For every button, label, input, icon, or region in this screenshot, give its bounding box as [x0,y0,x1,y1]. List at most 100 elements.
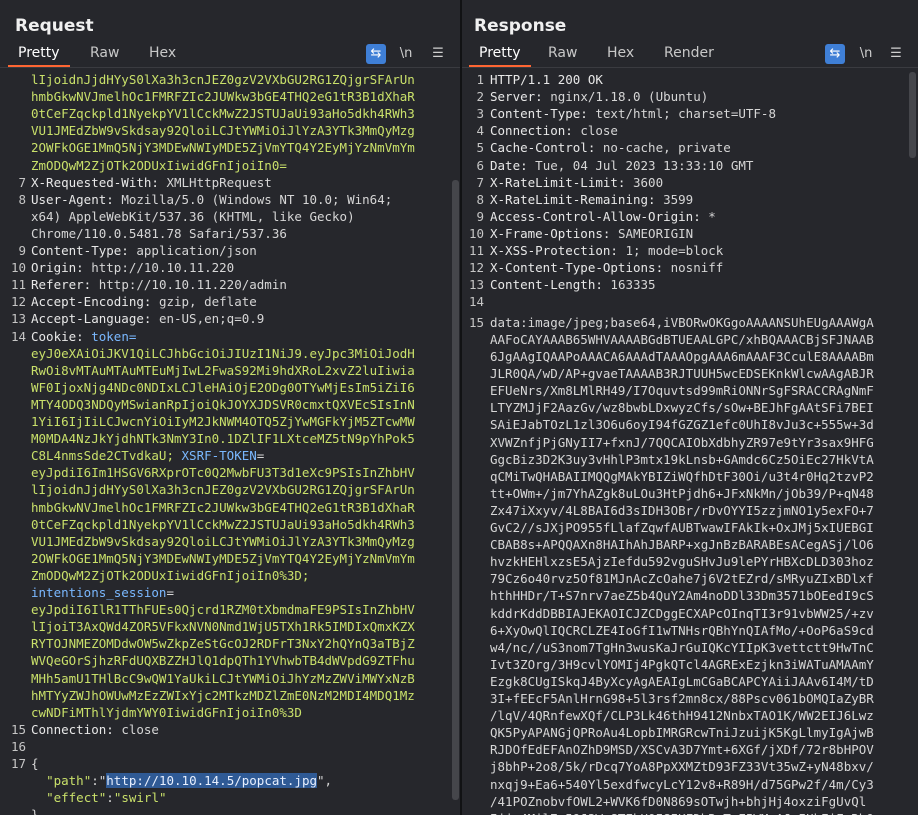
body-text: Ijjn4Mil7z59J3WrSTEhHOISIKFDhRwTqE5WMvAJ… [490,811,874,815]
line-number: 11 [10,277,26,293]
line-number: 7 [18,174,26,190]
tab-render[interactable]: Render [664,45,714,61]
cookie-equals: = [256,448,265,464]
tab-raw[interactable]: Raw [548,45,577,61]
line-number: 4 [476,123,484,139]
header-value: Mozilla/5.0 (Windows NT 10.0; Win64; [113,191,393,207]
line-number: 6 [476,157,484,173]
body-text: Ivt3ZOrg/3H9cvlYOMIj4PgkQTcl4AGRExEzjkn3… [490,656,874,672]
header-value: 3600 [625,174,664,190]
word-wrap-icon[interactable]: ⇆ [825,44,845,64]
body-text: data:image/jpeg;base64,iVBORwOKGgoAAAANS… [490,314,874,330]
header-value: XMLHttpRequest [158,174,272,190]
header-name: User-Agent: [31,191,114,207]
menu-icon[interactable]: ☰ [886,44,906,64]
request-title: Request [15,16,94,36]
code-line: X-Requested-With: XMLHttpRequest [31,174,272,191]
cookie-value: ZmODQwM2ZjOTk2ODUxIiwidGFnIjoiIn0%3D; [31,567,310,583]
json-url-value[interactable]: http://10.10.14.5/popcat.jpg [106,773,317,789]
body-text: /41POZnobvfOWL2+WVK6fD0N869sOTwjh+bhjHj4… [490,793,867,809]
code-line: X-RateLimit-Limit: 3600 [490,174,663,191]
body-text: hvzkHEHlxzsE5AjzIefdu592vguSHvJu9lePYrHB… [490,554,874,570]
newline-icon[interactable]: \n [396,44,416,64]
cookie-value: WF0IjoxNjg4NDc0NDIxLCJleHAiOjE2ODg0OTYwM… [31,379,415,395]
code-line: X-XSS-Protection: 1; mode=block [490,242,723,259]
body-line: QK5PyAPANGjQPRoAu4LopbIMRGRcwTniJzuijK5K… [490,724,874,741]
cookie-value: lIjoiT3AxQWd4ZOR5VFkxNVN0Nmd1WjU5TXh1Rk5… [31,619,415,635]
header-value: x64) AppleWebKit/537.36 (KHTML, like Gec… [31,208,355,224]
code-line: RYTOJNMEZOMDdwOW5wZkpZeStGcOJ2RDFrT3NxY2… [31,635,415,652]
json-value: "swirl" [113,790,167,806]
json-key: "path" [46,773,92,789]
tabs-divider [0,67,460,68]
header-value: no-cache, private [595,140,731,156]
line-number: 5 [476,140,484,156]
cookie-value: C8L4nmsSde2CTvdkaU; [31,448,174,464]
header-value: text/html; charset=UTF-8 [587,106,776,122]
tab-pretty[interactable]: Pretty [469,45,530,68]
cookie-value: RYTOJNMEZOMDdwOW5wZkpZeStGcOJ2RDFrT3NxY2… [31,636,415,652]
json-line: } [31,807,39,815]
code-line: Accept-Language: en-US,en;q=0.9 [31,310,264,327]
code-line: Date: Tue, 04 Jul 2023 13:33:10 GMT [490,157,753,174]
word-wrap-icon[interactable]: ⇆ [366,44,386,64]
json-line: "path":"http://10.10.14.5/popcat.jpg", [31,772,332,789]
header-name: HTTP/1.1 200 OK [490,72,603,87]
request-tabs: Pretty Raw Hex ⇆ \n ☰ [0,44,460,68]
body-line: LTYZMJjF2AazGv/wz8bwbLDxwyzCfs/sOw+BEJhF… [490,399,874,416]
line-number: 9 [18,243,26,258]
code-line: eyJpdiI6IlR1TThFUEs0Qjcrd1RZM0tXbmdmaFE9… [31,601,415,618]
cookie-value: eyJ0eXAiOiJKV1QiLCJhbGciOiJIUzI1NiJ9.eyJ… [31,345,415,361]
body-text: 3I+fEEcF5AnlHrnG98+5l3rsf2mn8cx/88Pscv06… [490,691,874,707]
tab-pretty[interactable]: Pretty [8,45,69,68]
code-line: Content-Type: application/json [31,242,257,259]
body-text: AAFoCAYAAAB65WHVAAAABGdBTUEAALGPC/xhBQAA… [490,331,874,347]
line-number: 1 [476,72,484,87]
body-text: XVWZnfjPjGNyII7+fxnJ/7QQCAIObXdbhyZR97e9… [490,434,874,450]
code-line: 0tCeFZqckpld1NyekpYV1lCckMwZ2JSTUJaUi93a… [31,516,415,533]
body-line: EFUeNrs/Xm8LMlRH49/I7Oquvtsd99mRiONNrSgF… [490,382,874,399]
code-line: lIjoidnJjdHYyS0lXa3h3cnJEZ0gzV2VXbGU2RG1… [31,71,415,88]
header-name: Accept-Language: [31,311,152,327]
cookie-value: cwNDFiMThlYjdmYWY0IiwidGFnIjoiIn0%3D [31,704,302,720]
newline-icon[interactable]: \n [856,44,876,64]
cookie-value: WVQeGOrSjhzRFdUQXBZZHJlQ1dpQTh1YVhwbTB4d… [31,653,415,669]
tab-raw[interactable]: Raw [90,45,119,61]
line-number: 15 [10,721,26,737]
body-line: data:image/jpeg;base64,iVBORwOKGgoAAAANS… [490,314,874,331]
body-line: 6+XyOwQlIQCRCLZE4IoGfI1wTNHsrQBhYnQIAfMo… [490,622,874,639]
code-line: x64) AppleWebKit/537.36 (KHTML, like Gec… [31,208,355,225]
tab-hex[interactable]: Hex [607,45,634,61]
json-comma: ", [317,773,333,789]
header-value: 163335 [602,277,656,293]
cookie-value: ZmODQwM2ZjOTk2ODUxIiwidGFnIjoiIn0= [31,157,287,173]
response-editor[interactable]: 1 HTTP/1.1 200 OK 2 Server: nginx/1.18.0 (U… [462,71,918,815]
json-colon: :" [91,773,107,789]
header-value: 3599 [655,191,694,207]
body-text: 79Cz6o40rvz5Of81MJnAcZcOahe7j6V2tEZrd/sM… [490,571,874,587]
body-text: RJDOfEdEFAnOZhD9MSD/XSCvA3D7Ymt+6XGf/jXD… [490,742,874,758]
code-line: VU1JMEdZbW9vSkdsay92QloiLCJtYWMiOiJlYzA3… [31,122,415,139]
code-line: Cookie: token= [31,328,136,345]
menu-icon[interactable]: ☰ [428,44,448,64]
cookie-value: hmbGkwNVJmelhOc1FMRFZIc2JUWkw3bGE4THQ2eG… [31,89,415,105]
body-text: kddrKddDBBIAJEKAOICJZCDggECXAPcOInqTI3r9… [490,605,874,621]
code-line: Accept-Encoding: gzip, deflate [31,293,257,310]
header-name: Connection: [490,123,573,139]
cookie-value: hMTYyZWJhOWUwMzEzZWIxYjc2MTkzMDZlZmE0NzM… [31,687,415,703]
body-line: /41POZnobvfOWL2+WVK6fD0N869sOTwjh+bhjHj4… [490,793,866,810]
body-text: nxqj9+Ea6+540Yl5exdfwcyLcY12v8+R89H/d75G… [490,776,874,792]
response-pane: Response Pretty Raw Hex Render ⇆ \n ☰ 1H… [462,0,918,815]
cookie-value: VU1JMEdZbW9vSkdsay92QloiLCJtYWMiOiJlYzA3… [31,533,415,549]
header-name: X-Content-Type-Options: [490,260,664,276]
body-line: Ijjn4Mil7z59J3WrSTEhHOISIKFDhRwTqE5WMvAJ… [490,810,874,815]
header-value: close [113,721,159,737]
tab-hex[interactable]: Hex [149,45,176,61]
request-editor[interactable]: lIjoidnJjdHYyS0lXa3h3cnJEZ0gzV2VXbGU2RG1… [0,71,460,815]
line-number: 16 [10,738,26,754]
body-line: 3I+fEEcF5AnlHrnG98+5l3rsf2mn8cx/88Pscv06… [490,690,874,707]
code-line: Chrome/110.0.5481.78 Safari/537.36 [31,225,287,242]
body-text: JLR0QA/wD/AP+gvaeTAAAAB3RJTUUH5wcEDSEKnk… [490,366,874,382]
header-name: Content-Type: [490,106,588,122]
header-value: gzip, deflate [151,294,257,310]
